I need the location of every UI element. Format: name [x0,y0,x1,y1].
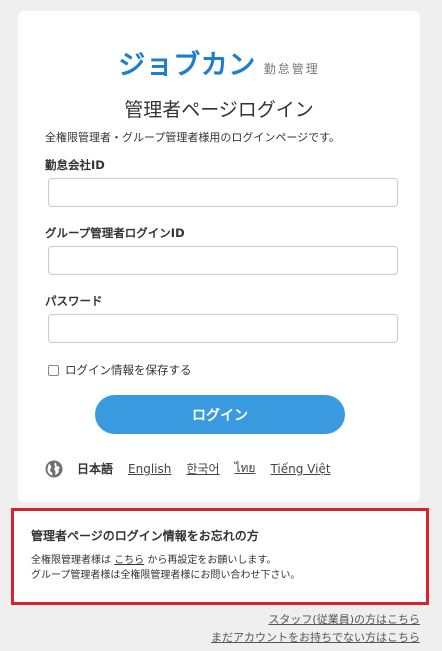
language-japanese: 日本語 [77,462,114,476]
forgot-line-group: グループ管理者様は全権限管理者様にお問い合わせ下さい。 [31,570,301,581]
language-korean-link[interactable]: 한국어 [186,460,219,477]
login-card: ジョブカン 勤怠管理 管理者ページログイン 全権限管理者・グループ管理者様用のロ… [18,11,420,502]
logo: ジョブカン 勤怠管理 [18,51,420,81]
password-input[interactable] [48,314,398,343]
forgot-line1-prefix: 全権限管理者様は [31,555,111,566]
page-description: 全権限管理者・グループ管理者様用のログインページです。 [45,131,341,144]
forgot-line-admin: 全権限管理者様は こちら から再設定をお願いします。 [31,553,300,568]
logo-sub-text: 勤怠管理 [263,62,320,76]
logo-main-text: ジョブカン [118,50,256,81]
company-id-label: 勤怠会社ID [45,158,105,172]
group-login-id-input[interactable] [48,246,398,275]
remember-label[interactable]: ログイン情報を保存する [65,362,192,378]
password-label: パスワード [45,294,103,308]
page-title: 管理者ページログイン [124,99,314,121]
language-english-link[interactable]: English [128,462,171,476]
language-thai-link[interactable]: ไทย [234,459,255,478]
forgot-credentials-notice: 管理者ページのログイン情報をお忘れの方 全権限管理者様は こちら から再設定をお… [11,508,429,605]
forgot-title: 管理者ページのログイン情報をお忘れの方 [31,529,259,543]
reset-link[interactable]: こちら [114,555,144,566]
staff-login-link[interactable]: スタッフ(従業員)の方はこちら [268,611,420,627]
language-selector: 日本語 English 한국어 ไทย Tiếng Việt [45,459,346,478]
remember-checkbox[interactable] [48,364,59,376]
company-id-input[interactable] [48,178,398,207]
remember-login-option[interactable]: ログイン情報を保存する [48,362,192,378]
language-vietnamese-link[interactable]: Tiếng Việt [270,462,330,476]
no-account-link[interactable]: まだアカウントをお持ちでない方はこちら [211,629,420,645]
group-login-id-label: グループ管理者ログインID [45,226,185,240]
globe-icon [45,460,63,477]
forgot-line1-suffix: から再設定をお願いします。 [147,555,277,566]
login-button[interactable]: ログイン [95,395,345,434]
